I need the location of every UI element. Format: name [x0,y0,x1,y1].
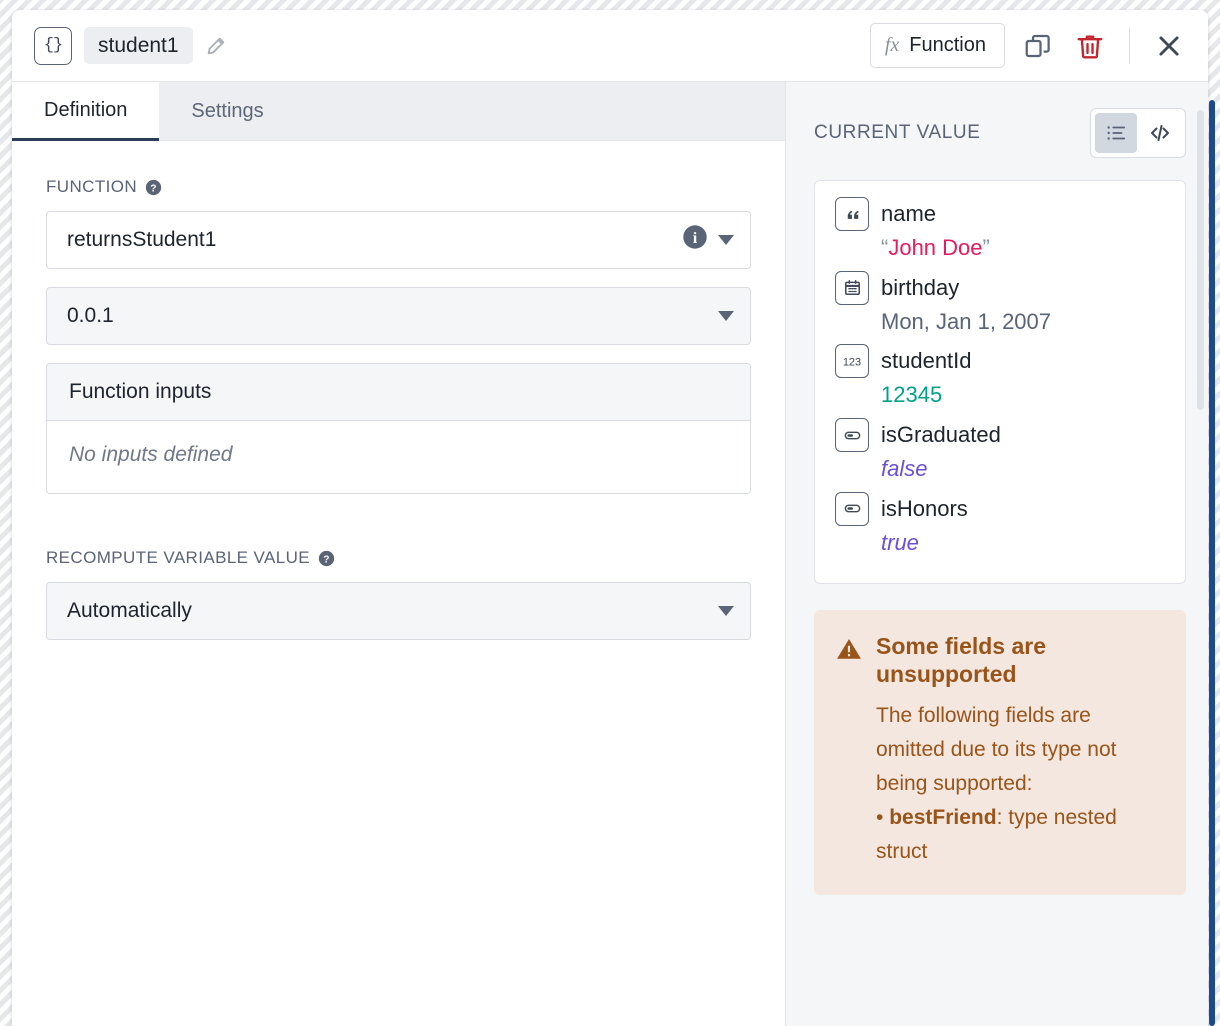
panel-body: Definition Settings FUNCTION ? returnsSt… [12,82,1208,1026]
unsupported-fields-callout: Some fields are unsupported The followin… [814,610,1186,895]
value-content: 12345 [881,382,943,408]
value-row: 123 studentId 12345 [835,344,1165,410]
value-key-line: name [835,197,1165,231]
callout-header: Some fields are unsupported [836,632,1162,688]
value-content: true [881,529,919,555]
variable-name-chip[interactable]: student1 [84,26,193,65]
value-text: John Doe [888,235,983,260]
close-quote: ” [982,235,990,260]
object-type-badge: {} [34,26,72,65]
boolean-icon [835,418,869,453]
function-inputs-card: Function inputs No inputs defined [46,363,751,494]
function-select[interactable]: returnsStudent1 i [46,211,751,269]
callout-intro: The following fields are omitted due to … [876,703,1117,795]
tab-bar: Definition Settings [12,82,785,141]
quote-icon [835,197,869,231]
recompute-label-text: RECOMPUTE VARIABLE VALUE [46,548,311,567]
svg-text:?: ? [323,554,330,565]
header-actions: fx Function [869,23,1188,68]
chevron-down-icon[interactable] [718,606,734,616]
code-view-icon[interactable] [1139,113,1181,153]
chevron-down-icon[interactable] [718,235,734,245]
function-inputs-header: Function inputs [47,364,750,421]
function-inputs-empty-text: No inputs defined [47,421,750,493]
number-icon: 123 [835,344,869,379]
svg-text:i: i [693,229,698,247]
variable-editor-panel: {} student1 fx Function Definition Setti… [12,10,1208,1026]
page-scrollbar[interactable] [1209,100,1215,1026]
recompute-section-label: RECOMPUTE VARIABLE VALUE ? [46,548,751,568]
version-select[interactable]: 0.0.1 [46,287,751,345]
calendar-icon [835,270,869,305]
list-view-icon[interactable] [1095,113,1137,153]
value-key: studentId [881,348,972,374]
function-select-value: returnsStudent1 [67,228,217,251]
function-select-adornments: i [682,224,734,256]
current-value-card: name “John Doe” birthday Mon, Jan 1, 200… [814,180,1186,585]
function-type-label: Function [909,34,986,56]
function-section-label: FUNCTION ? [46,177,751,197]
pencil-icon[interactable] [205,35,227,57]
view-mode-toggle [1090,108,1186,158]
duplicate-icon[interactable] [1019,27,1057,65]
value-content: Mon, Jan 1, 2007 [881,308,1052,334]
value-key-line: 123 studentId [835,344,1165,379]
value-row: name “John Doe” [835,197,1165,263]
callout-title: Some fields are unsupported [876,633,1047,688]
value-row: birthday Mon, Jan 1, 2007 [835,270,1165,337]
value-key: isHonors [881,495,968,521]
boolean-icon [835,491,869,526]
current-value-title: CURRENT VALUE [814,122,981,143]
tab-definition[interactable]: Definition [12,82,160,141]
function-label-text: FUNCTION [46,177,138,196]
value-key: isGraduated [881,422,1001,448]
recompute-select-value: Automatically [67,599,192,622]
svg-text:?: ? [150,183,157,194]
function-type-button[interactable]: fx Function [869,23,1005,68]
trash-icon[interactable] [1071,27,1109,65]
help-icon[interactable]: ? [145,179,162,196]
callout-body: The following fields are omitted due to … [876,699,1162,869]
chevron-down-icon[interactable] [718,311,734,321]
header-left-group: {} student1 [34,26,870,65]
tab-settings[interactable]: Settings [159,82,296,140]
value-key: name [881,201,937,226]
definition-content: FUNCTION ? returnsStudent1 i 0.0.1 Funct… [12,141,785,658]
current-value-header: CURRENT VALUE [814,108,1186,158]
help-icon[interactable]: ? [318,550,335,567]
definition-column: Definition Settings FUNCTION ? returnsSt… [12,82,786,1026]
current-value-column: CURRENT VALUE name “John Doe” birthday M… [786,82,1208,1026]
value-key-line: isGraduated [835,418,1165,453]
value-key: birthday [881,274,960,300]
svg-text:123: 123 [843,357,861,369]
value-row: isGraduated false [835,418,1165,484]
close-icon[interactable] [1150,27,1188,65]
value-key-line: birthday [835,270,1165,305]
bullet-field-name: bestFriend [889,805,997,829]
value-content: false [881,456,928,482]
value-content: “John Doe” [881,233,1165,263]
header-divider [1129,27,1130,64]
value-row: isHonors true [835,491,1165,558]
info-icon[interactable]: i [682,224,708,256]
callout-bullet: • bestFriend: type nested struct [876,801,1162,869]
recompute-select[interactable]: Automatically [46,582,751,640]
version-select-value: 0.0.1 [67,304,114,327]
panel-header: {} student1 fx Function [12,10,1208,82]
value-key-line: isHonors [835,491,1165,526]
warning-triangle-icon [836,632,862,667]
fx-icon: fx [884,34,900,56]
bullet-marker: • [876,805,884,829]
right-panel-scrollbar[interactable] [1197,110,1204,410]
